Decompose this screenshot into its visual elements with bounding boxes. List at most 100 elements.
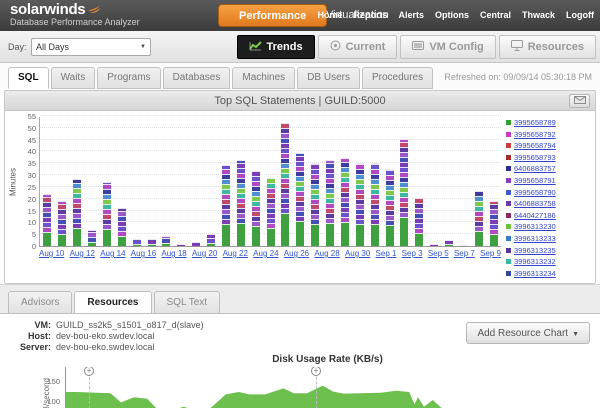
- x-label-slot: Aug 30: [345, 249, 370, 258]
- bar-segment: [490, 234, 498, 246]
- tab-waits[interactable]: Waits: [51, 67, 96, 89]
- stacked-bar[interactable]: [371, 163, 379, 246]
- stacked-bar[interactable]: [207, 234, 215, 246]
- stacked-bar[interactable]: [281, 123, 289, 246]
- stacked-bar[interactable]: [43, 194, 51, 246]
- stacked-bar[interactable]: [400, 139, 408, 246]
- x-label-slot: Sep 7: [454, 249, 475, 258]
- x-axis-date-link[interactable]: Aug 28: [314, 249, 339, 258]
- nav-logoff[interactable]: Logoff: [566, 10, 594, 20]
- server-label: Server:: [12, 342, 56, 352]
- sql-statement-link[interactable]: 3995658790: [514, 188, 556, 197]
- x-axis-date-link[interactable]: Sep 1: [376, 249, 397, 258]
- bar-slot: [144, 117, 159, 246]
- sql-statement-link[interactable]: 3995658793: [514, 153, 556, 162]
- y-tick: 15: [28, 207, 36, 216]
- stacked-bar[interactable]: [222, 165, 230, 246]
- x-axis-date-link[interactable]: Sep 9: [480, 249, 501, 258]
- sql-statement-link[interactable]: 6406883758: [514, 199, 556, 208]
- stacked-bar[interactable]: [103, 182, 111, 246]
- stacked-bar[interactable]: [430, 244, 438, 246]
- nav-alerts[interactable]: Alerts: [398, 10, 424, 20]
- stacked-bar[interactable]: [237, 160, 245, 246]
- stacked-bar[interactable]: [326, 160, 334, 246]
- tab-machines[interactable]: Machines: [232, 67, 295, 89]
- tab-programs[interactable]: Programs: [97, 67, 160, 89]
- stacked-bar[interactable]: [356, 163, 364, 246]
- x-axis-date-link[interactable]: Sep 3: [402, 249, 423, 258]
- disk-plot-area: ++: [65, 367, 590, 408]
- stacked-bar[interactable]: [88, 230, 96, 246]
- bar-slot: [412, 117, 427, 246]
- stacked-bar[interactable]: [118, 208, 126, 246]
- legend-item: 6406883757: [506, 164, 591, 173]
- x-axis-date-link[interactable]: Aug 20: [192, 249, 217, 258]
- x-axis-date-link[interactable]: Aug 14: [100, 249, 125, 258]
- resources-button[interactable]: Resources: [499, 35, 596, 59]
- tab-db-users[interactable]: DB Users: [297, 67, 360, 89]
- sql-statement-link[interactable]: 3995658791: [514, 176, 556, 185]
- sql-statement-link[interactable]: 6406883757: [514, 164, 556, 173]
- bar-segment: [207, 243, 215, 246]
- sql-statement-link[interactable]: 3996313233: [514, 234, 556, 243]
- sql-statement-link[interactable]: 3995658789: [514, 118, 556, 127]
- tab-advisors[interactable]: Advisors: [8, 291, 72, 314]
- tab-sql-text[interactable]: SQL Text: [154, 291, 221, 314]
- x-axis-date-link[interactable]: Sep 7: [454, 249, 475, 258]
- bar-slot: [40, 117, 55, 246]
- legend-swatch: [506, 201, 511, 206]
- sql-statement-link[interactable]: 3996313235: [514, 246, 556, 255]
- sql-statement-link[interactable]: 3996313232: [514, 257, 556, 266]
- x-axis-date-link[interactable]: Aug 24: [253, 249, 278, 258]
- nav-reports[interactable]: Reports: [353, 10, 387, 20]
- x-axis-date-link[interactable]: Aug 10: [39, 249, 64, 258]
- nav-home[interactable]: Home: [317, 10, 342, 20]
- nav-thwack[interactable]: Thwack: [522, 10, 555, 20]
- current-button[interactable]: Current: [318, 35, 398, 59]
- legend-item: 3995658793: [506, 153, 591, 162]
- stacked-bar[interactable]: [73, 179, 81, 246]
- trends-button[interactable]: Trends: [237, 35, 315, 59]
- stacked-bar[interactable]: [445, 240, 453, 246]
- performance-button[interactable]: Performance: [218, 4, 327, 27]
- stacked-bar[interactable]: [311, 163, 319, 246]
- tab-databases[interactable]: Databases: [163, 67, 231, 89]
- x-axis-date-link[interactable]: Aug 26: [284, 249, 309, 258]
- stacked-bar[interactable]: [296, 153, 304, 246]
- x-axis-date-link[interactable]: Aug 30: [345, 249, 370, 258]
- stacked-bar[interactable]: [133, 239, 141, 246]
- stacked-bar[interactable]: [252, 171, 260, 246]
- tab-procedures[interactable]: Procedures: [362, 67, 433, 89]
- stacked-bar[interactable]: [475, 191, 483, 246]
- tab-resources[interactable]: Resources: [74, 291, 151, 314]
- sql-statement-link[interactable]: 3996313230: [514, 222, 556, 231]
- email-button[interactable]: [569, 94, 590, 108]
- stacked-bar[interactable]: [148, 239, 156, 246]
- stacked-bar[interactable]: [192, 242, 200, 246]
- stacked-bar[interactable]: [58, 201, 66, 246]
- stacked-bar[interactable]: [386, 169, 394, 246]
- stacked-bar[interactable]: [415, 198, 423, 246]
- x-axis-date-link[interactable]: Aug 12: [70, 249, 95, 258]
- sql-statement-link[interactable]: 3995658792: [514, 130, 556, 139]
- sql-statement-link[interactable]: 3995658794: [514, 141, 556, 150]
- stacked-bar[interactable]: [162, 236, 170, 246]
- stacked-bar[interactable]: [490, 201, 498, 246]
- sql-statement-link[interactable]: 3996313234: [514, 269, 556, 278]
- add-resource-chart-button[interactable]: Add Resource Chart▼: [466, 322, 590, 344]
- day-select[interactable]: All Days ▼: [31, 38, 151, 56]
- x-axis-date-link[interactable]: Aug 22: [223, 249, 248, 258]
- x-axis-date-link[interactable]: Aug 18: [161, 249, 186, 258]
- sql-statement-link[interactable]: 6440427186: [514, 211, 556, 220]
- x-axis-date-link[interactable]: Sep 5: [428, 249, 449, 258]
- tab-sql[interactable]: SQL: [8, 67, 49, 89]
- vm-config-button[interactable]: VM Config: [400, 35, 495, 59]
- x-axis-date-link[interactable]: Aug 16: [131, 249, 156, 258]
- stacked-bar[interactable]: [267, 178, 275, 246]
- bars-row: [40, 117, 501, 246]
- stacked-bar[interactable]: [177, 244, 185, 246]
- nav-options[interactable]: Options: [435, 10, 469, 20]
- nav-central[interactable]: Central: [480, 10, 511, 20]
- stacked-bar[interactable]: [341, 158, 349, 246]
- stacked-bar[interactable]: [460, 245, 468, 246]
